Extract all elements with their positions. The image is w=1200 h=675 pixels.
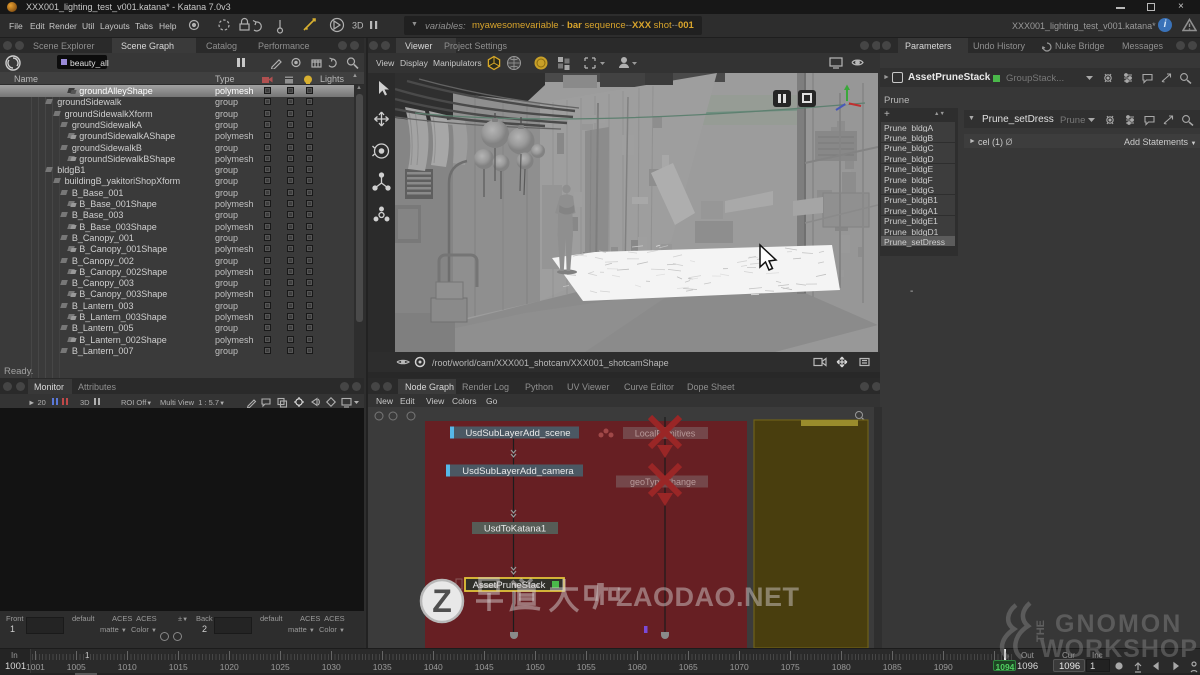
svg-text:UsdSubLayerAdd_scene: UsdSubLayerAdd_scene — [465, 428, 570, 439]
svg-text:UsdToKatana1: UsdToKatana1 — [484, 524, 546, 535]
svg-text:ZAODAO.NET: ZAODAO.NET — [616, 582, 800, 612]
svg-text:WORKSHOP: WORKSHOP — [1040, 635, 1198, 662]
svg-text:Z: Z — [432, 583, 452, 619]
svg-text:3D: 3D — [352, 21, 364, 31]
svg-text:UsdSubLayerAdd_camera: UsdSubLayerAdd_camera — [462, 466, 574, 477]
svg-text:GNOMON: GNOMON — [1055, 610, 1182, 638]
